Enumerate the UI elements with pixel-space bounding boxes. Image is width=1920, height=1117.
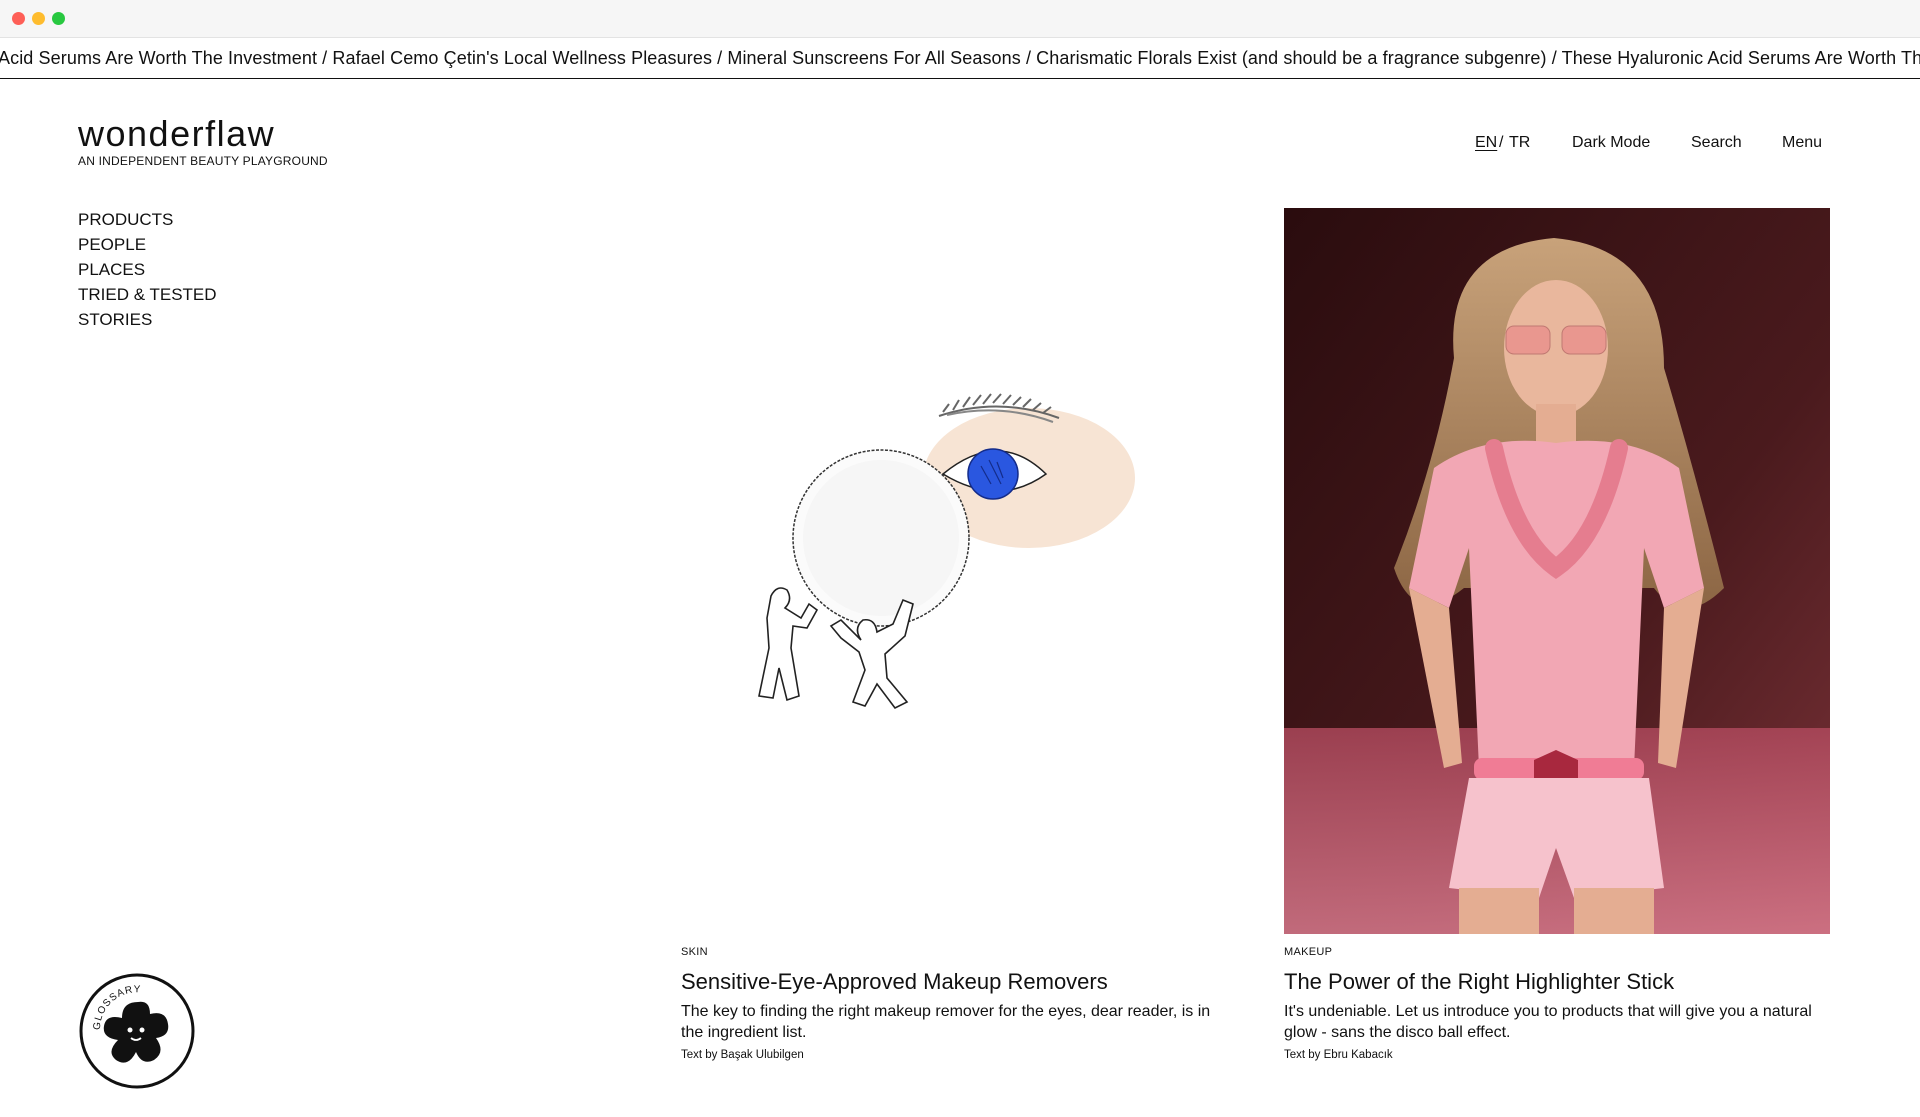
runway-model-photo — [1284, 208, 1830, 934]
maximize-window-button[interactable] — [52, 12, 65, 25]
sunglasses-left — [1505, 325, 1551, 355]
article-excerpt: It's undeniable. Let us introduce you to… — [1284, 1003, 1812, 1041]
ticker-text[interactable]: Acid Serums Are Worth The Investment / R… — [0, 48, 1920, 69]
glossary-badge-icon: GLOSSARY — [79, 973, 195, 1089]
search-link[interactable]: Search — [1691, 134, 1742, 152]
figure-left — [758, 587, 819, 702]
model-neck — [1536, 404, 1576, 444]
glossary-button[interactable]: GLOSSARY — [78, 972, 196, 1090]
nav-item-products[interactable]: PRODUCTS — [78, 207, 217, 232]
article-category[interactable]: MAKEUP — [1284, 946, 1830, 958]
language-en-link[interactable]: EN — [1475, 134, 1497, 152]
language-tr-link[interactable]: TR — [1509, 134, 1530, 152]
article-title[interactable]: Sensitive-Eye-Approved Makeup Removers — [681, 969, 1225, 995]
article-byline: Text by Başak Ulubilgen — [681, 1049, 804, 1061]
site-logo[interactable]: wonderflaw AN INDEPENDENT BEAUTY PLAYGRO… — [78, 113, 328, 169]
nav-item-places[interactable]: PLACES — [78, 257, 217, 282]
eye-iris — [967, 448, 1019, 500]
cotton-texture — [803, 460, 959, 616]
article-card[interactable]: SKIN Sensitive-Eye-Approved Makeup Remov… — [681, 208, 1225, 1061]
category-nav: PRODUCTS PEOPLE PLACES TRIED & TESTED ST… — [78, 207, 217, 332]
menu-button[interactable]: Menu — [1782, 134, 1822, 152]
dark-mode-toggle[interactable]: Dark Mode — [1572, 134, 1650, 152]
minimize-window-button[interactable] — [32, 12, 45, 25]
article-card[interactable]: MAKEUP The Power of the Right Highlighte… — [1284, 208, 1830, 1061]
flower-eye-left — [127, 1027, 133, 1033]
eye-cotton-pad-illustration — [758, 393, 1135, 710]
model-leg-left — [1459, 888, 1539, 934]
article-excerpt: The key to finding the right makeup remo… — [681, 1003, 1211, 1041]
nav-item-tried-tested[interactable]: TRIED & TESTED — [78, 282, 217, 307]
article-photo[interactable] — [1284, 208, 1830, 934]
article-illustration[interactable] — [681, 208, 1225, 934]
model-leg-right — [1574, 888, 1654, 934]
article-title[interactable]: The Power of the Right Highlighter Stick — [1284, 969, 1830, 995]
top-navigation: EN / TR Dark Mode Search Menu — [1475, 134, 1825, 154]
logo-wordmark: wonderflaw — [78, 113, 276, 154]
headline-ticker: Acid Serums Are Worth The Investment / R… — [0, 38, 1920, 79]
close-window-button[interactable] — [12, 12, 25, 25]
nav-item-stories[interactable]: STORIES — [78, 307, 217, 332]
browser-chrome — [0, 0, 1920, 38]
sunglasses-right — [1561, 325, 1607, 355]
logo-tagline: AN INDEPENDENT BEAUTY PLAYGROUND — [78, 154, 328, 168]
nav-item-people[interactable]: PEOPLE — [78, 232, 217, 257]
article-category[interactable]: SKIN — [681, 946, 1225, 958]
article-byline: Text by Ebru Kabacık — [1284, 1049, 1393, 1061]
language-separator: / — [1499, 134, 1504, 151]
flower-eye-right — [139, 1027, 145, 1033]
